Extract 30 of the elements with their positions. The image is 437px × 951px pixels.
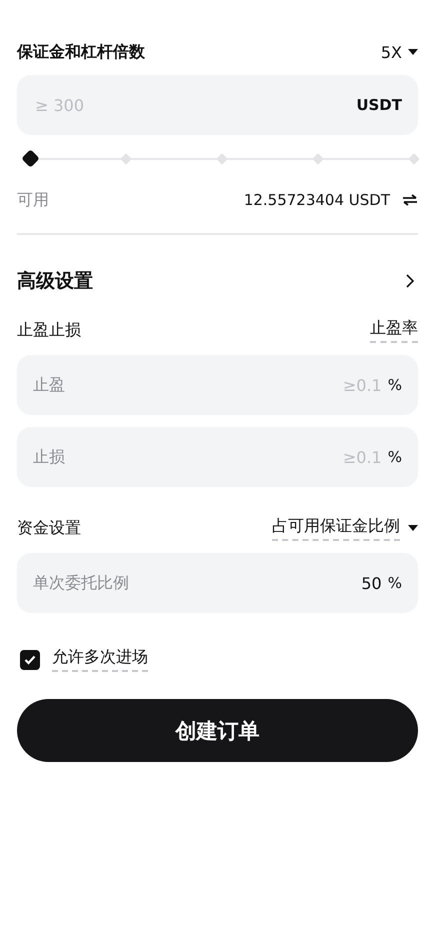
slider-stop[interactable] — [216, 153, 228, 165]
field-label: 单次委托比例 — [33, 572, 129, 594]
field-label: 止盈 — [33, 374, 65, 396]
checkmark-icon — [24, 654, 36, 664]
caret-icon[interactable] — [408, 525, 418, 531]
slider-stop[interactable] — [408, 153, 420, 165]
available-label: 可用 — [17, 190, 49, 210]
checkbox-label[interactable]: 允许多次进场 — [52, 647, 148, 672]
section-title: 高级设置 — [17, 269, 93, 294]
chevron-right-icon[interactable] — [406, 274, 414, 288]
slider-stop[interactable] — [312, 153, 324, 165]
mode-selector[interactable]: 止盈率 — [370, 318, 418, 342]
unit-label: % — [388, 448, 402, 466]
section-label: 止盈止损 — [17, 320, 81, 340]
mode-dropdown[interactable]: 占可用保证金比例 — [272, 516, 400, 540]
available-balance: 12.55723404 USDT — [244, 191, 390, 209]
ratio-input-field[interactable]: 单次委托比例 50 % — [17, 553, 418, 613]
unit-label: % — [388, 574, 402, 592]
swap-icon[interactable] — [402, 194, 418, 206]
ratio-input[interactable]: 50 — [129, 572, 384, 594]
slider-stop[interactable] — [120, 153, 132, 165]
checkbox[interactable] — [20, 650, 40, 670]
unit-label: % — [388, 376, 402, 394]
unit-label: USDT — [356, 96, 402, 114]
section-label: 保证金和杠杆倍数 — [17, 42, 145, 62]
leverage-dropdown[interactable]: 5X — [380, 42, 418, 62]
caret-icon — [408, 49, 418, 55]
section-label: 资金设置 — [17, 518, 81, 538]
create-order-button[interactable]: 创建订单 — [17, 699, 418, 762]
field-label: 止损 — [33, 446, 65, 468]
